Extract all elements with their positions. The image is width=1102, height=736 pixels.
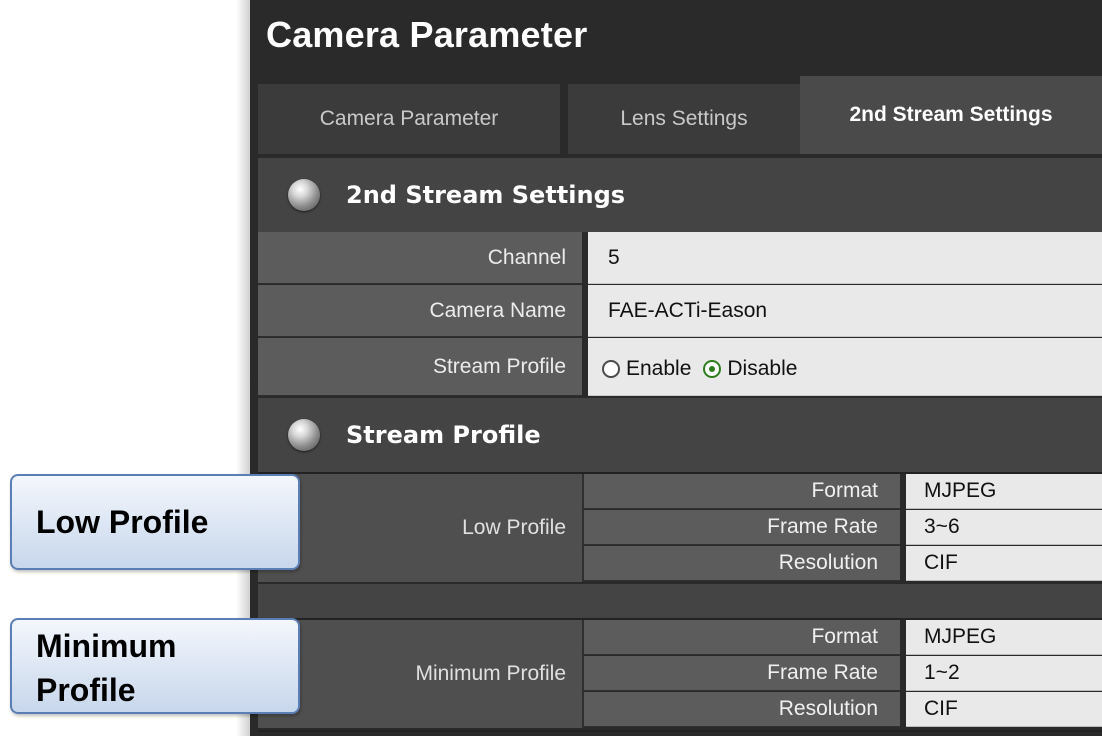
minimum-format-row: Format MJPEG (582, 620, 1102, 656)
channel-label: Channel (258, 232, 582, 284)
section-bullet-icon (288, 179, 320, 211)
tab-camera-parameter[interactable]: Camera Parameter (258, 84, 560, 154)
page-title: Camera Parameter (266, 14, 588, 55)
section-header-stream-profile: Stream Profile (258, 398, 1102, 472)
section-bullet-icon (288, 419, 320, 451)
disable-radio-button[interactable] (703, 359, 722, 378)
minimum-profile-callout: Minimum Profile (10, 618, 300, 714)
enable-radio-label[interactable]: Enable (626, 357, 691, 381)
stream-profile-options: Enable Disable (588, 338, 1102, 396)
camera-name-label: Camera Name (258, 285, 582, 337)
minimum-resolution-label: Resolution (582, 692, 900, 727)
low-format-label: Format (582, 474, 900, 509)
low-format-value: MJPEG (906, 474, 1102, 509)
channel-value: 5 (588, 232, 1102, 284)
profile-separator (258, 584, 1102, 618)
minimum-format-value: MJPEG (906, 620, 1102, 655)
minimum-frame-rate-value: 1~2 (906, 656, 1102, 691)
section-title: Stream Profile (346, 421, 541, 449)
camera-name-value: FAE-ACTi-Eason (588, 285, 1102, 337)
minimum-frame-rate-label: Frame Rate (582, 656, 900, 691)
low-resolution-label: Resolution (582, 546, 900, 581)
low-frame-rate-row: Frame Rate 3~6 (582, 510, 1102, 546)
stream-profile-label: Stream Profile (258, 338, 582, 396)
stream-profile-row: Stream Profile Enable Disable (258, 338, 1102, 396)
minimum-profile-block: Minimum Profile Format MJPEG Frame Rate … (258, 618, 1102, 732)
minimum-frame-rate-row: Frame Rate 1~2 (582, 656, 1102, 692)
camera-parameter-panel: Camera Parameter Camera Parameter Lens S… (250, 0, 1102, 736)
low-profile-label: Low Profile (258, 474, 582, 582)
section-header-2nd-stream: 2nd Stream Settings (258, 158, 1102, 232)
camera-name-row: Camera Name FAE-ACTi-Eason (258, 285, 1102, 338)
enable-radio-button[interactable] (602, 359, 620, 378)
low-profile-block: Low Profile Format MJPEG Frame Rate 3~6 … (258, 472, 1102, 586)
channel-row: Channel 5 (258, 232, 1102, 285)
low-resolution-value: CIF (906, 546, 1102, 581)
tab-lens-settings[interactable]: Lens Settings (568, 84, 800, 154)
enable-radio-option[interactable]: Enable (602, 357, 691, 381)
low-format-row: Format MJPEG (582, 474, 1102, 510)
minimum-resolution-value: CIF (906, 692, 1102, 727)
tab-2nd-stream-settings[interactable]: 2nd Stream Settings (800, 76, 1102, 154)
minimum-resolution-row: Resolution CIF (582, 692, 1102, 728)
disable-radio-option[interactable]: Disable (703, 357, 797, 381)
disable-radio-label[interactable]: Disable (727, 357, 797, 381)
low-profile-callout-text: Low Profile (36, 503, 209, 540)
low-frame-rate-value: 3~6 (906, 510, 1102, 545)
minimum-profile-callout-line1: Minimum (36, 628, 177, 664)
low-profile-callout: Low Profile (10, 474, 300, 570)
section-title: 2nd Stream Settings (346, 181, 626, 209)
minimum-profile-label: Minimum Profile (258, 620, 582, 728)
low-resolution-row: Resolution CIF (582, 546, 1102, 582)
minimum-profile-callout-line2: Profile (36, 672, 136, 708)
minimum-format-label: Format (582, 620, 900, 655)
low-frame-rate-label: Frame Rate (582, 510, 900, 545)
